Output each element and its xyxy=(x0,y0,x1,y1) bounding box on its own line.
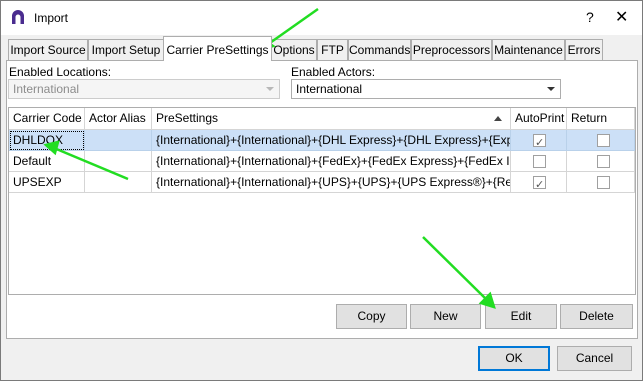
new-button[interactable]: New xyxy=(410,304,481,329)
actor-alias-cell[interactable] xyxy=(85,151,152,172)
enabled-actors-label: Enabled Actors: xyxy=(291,65,376,79)
table-row[interactable]: UPSEXP {International}+{International}+{… xyxy=(9,172,635,193)
return-cell xyxy=(567,172,635,193)
tab-import-setup[interactable]: Import Setup xyxy=(88,39,164,60)
copy-button[interactable]: Copy xyxy=(336,304,407,329)
column-header-presettings-label: PreSettings xyxy=(156,111,219,125)
window-title: Import xyxy=(34,11,69,25)
return-cell xyxy=(567,151,635,172)
carrier-code-cell[interactable]: DHLDOX xyxy=(9,130,85,151)
import-dialog: Import ? ✕ Import Source Import Setup Ca… xyxy=(0,0,643,381)
presettings-cell[interactable]: {International}+{International}+{DHL Exp… xyxy=(152,130,511,151)
help-button[interactable]: ? xyxy=(586,9,594,25)
table-row[interactable]: Default {International}+{International}+… xyxy=(9,151,635,172)
autoprint-checkbox[interactable] xyxy=(533,175,546,192)
enabled-locations-combo: International xyxy=(8,79,280,99)
presettings-cell[interactable]: {International}+{International}+{FedEx}+… xyxy=(152,151,511,172)
tab-ftp[interactable]: FTP xyxy=(317,39,348,60)
column-header-return[interactable]: Return xyxy=(567,108,635,130)
autoprint-checkbox[interactable] xyxy=(533,155,546,168)
carrier-code-cell[interactable]: Default xyxy=(9,151,85,172)
return-checkbox[interactable] xyxy=(597,134,610,147)
tab-maintenance[interactable]: Maintenance xyxy=(492,39,565,60)
tab-carrier-presettings[interactable]: Carrier PreSettings xyxy=(163,36,272,61)
delete-button[interactable]: Delete xyxy=(560,304,633,329)
presettings-cell[interactable]: {International}+{International}+{UPS}+{U… xyxy=(152,172,511,193)
carrier-presettings-table: Carrier Code Actor Alias PreSettings Aut… xyxy=(8,107,636,295)
enabled-actors-value: International xyxy=(296,82,363,96)
actor-alias-cell[interactable] xyxy=(85,130,152,151)
tab-options[interactable]: Options xyxy=(271,39,317,60)
edit-button[interactable]: Edit xyxy=(485,304,557,329)
chevron-down-icon xyxy=(266,87,274,91)
autoprint-checkbox[interactable] xyxy=(533,133,546,150)
cancel-button[interactable]: Cancel xyxy=(557,346,632,371)
return-checkbox[interactable] xyxy=(597,176,610,189)
enabled-locations-label: Enabled Locations: xyxy=(9,65,112,79)
sort-ascending-icon xyxy=(494,116,502,121)
tab-preprocessors[interactable]: Preprocessors xyxy=(411,39,492,60)
title-bar: Import ? ✕ xyxy=(1,1,642,35)
tab-import-source[interactable]: Import Source xyxy=(8,39,88,60)
actor-alias-cell[interactable] xyxy=(85,172,152,193)
tab-commands[interactable]: Commands xyxy=(348,39,411,60)
autoprint-cell xyxy=(511,172,567,193)
tab-errors[interactable]: Errors xyxy=(565,39,603,60)
enabled-locations-value: International xyxy=(13,82,80,96)
carrier-code-cell[interactable]: UPSEXP xyxy=(9,172,85,193)
column-header-autoprint[interactable]: AutoPrint xyxy=(511,108,567,130)
table-row[interactable]: DHLDOX {International}+{International}+{… xyxy=(9,130,635,151)
tab-strip: Import Source Import Setup Carrier PreSe… xyxy=(8,36,636,61)
app-logo-icon xyxy=(12,10,24,24)
column-header-carrier-code[interactable]: Carrier Code xyxy=(9,108,85,130)
chevron-down-icon xyxy=(547,87,555,91)
close-button[interactable]: ✕ xyxy=(615,7,628,27)
column-header-actor-alias[interactable]: Actor Alias xyxy=(85,108,152,130)
return-cell xyxy=(567,130,635,151)
enabled-actors-combo[interactable]: International xyxy=(291,79,561,99)
ok-button[interactable]: OK xyxy=(478,346,550,371)
autoprint-cell xyxy=(511,130,567,151)
return-checkbox[interactable] xyxy=(597,155,610,168)
column-header-presettings[interactable]: PreSettings xyxy=(152,108,511,130)
autoprint-cell xyxy=(511,151,567,172)
